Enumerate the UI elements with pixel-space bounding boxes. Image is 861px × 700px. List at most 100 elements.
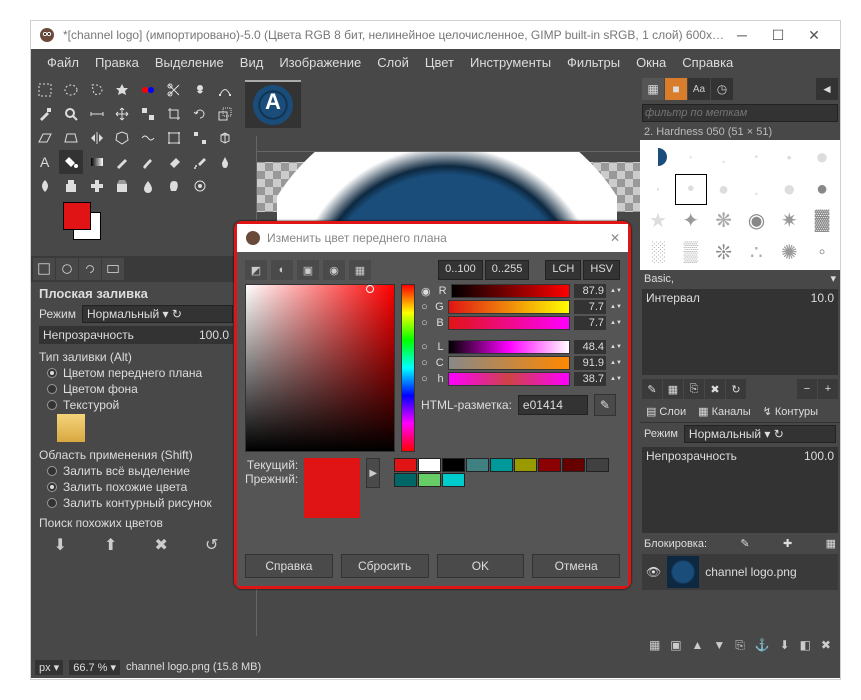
brush-preset[interactable]: ●: [806, 142, 838, 173]
history-tab-icon[interactable]: ◷: [711, 78, 733, 100]
reset-preset-icon[interactable]: ↺: [205, 535, 218, 555]
lch-button[interactable]: LCH: [545, 260, 581, 280]
tool-color-picker[interactable]: [33, 102, 57, 126]
dup-brush-icon[interactable]: ⎘: [684, 379, 704, 399]
tool-rotate[interactable]: [188, 102, 212, 126]
tool-airbrush[interactable]: [188, 150, 212, 174]
tool-fuzzy-select[interactable]: [110, 78, 134, 102]
channels-tab[interactable]: ▦ Каналы: [694, 403, 754, 420]
l-spinner[interactable]: ▲▼: [610, 344, 620, 350]
paths-tab[interactable]: ↯ Контуры: [759, 403, 822, 420]
tool-handle[interactable]: [188, 126, 212, 150]
r-slider[interactable]: [451, 284, 570, 298]
layer-mode-select[interactable]: Нормальный ▾ ↻: [684, 425, 836, 443]
help-button[interactable]: Справка: [245, 554, 333, 578]
tool-ellipse-select[interactable]: [59, 78, 83, 102]
wheel-selector-icon[interactable]: ◉: [323, 260, 345, 280]
palette-color[interactable]: [562, 458, 585, 472]
tool-color-select[interactable]: [136, 78, 160, 102]
delete-preset-icon[interactable]: ✖: [155, 535, 168, 555]
dup-layer-icon[interactable]: ⎘: [735, 638, 745, 653]
brush-preset[interactable]: ▒: [675, 237, 707, 268]
cancel-button[interactable]: Отмена: [532, 554, 620, 578]
tool-unified[interactable]: [162, 126, 186, 150]
h-slider[interactable]: [448, 372, 570, 386]
menu-view[interactable]: Вид: [232, 51, 272, 74]
tool-scale[interactable]: [213, 102, 237, 126]
b-value[interactable]: 7.7: [574, 316, 606, 330]
mode-select[interactable]: Нормальный ▾ ↻: [82, 305, 233, 323]
menu-file[interactable]: Файл: [39, 51, 87, 74]
eye-icon[interactable]: 👁: [646, 565, 661, 579]
ruler-horizontal[interactable]: [257, 136, 640, 152]
merge-layer-icon[interactable]: ⬇: [780, 638, 790, 652]
palette-color[interactable]: [442, 458, 465, 472]
c-value[interactable]: 91.9: [574, 356, 606, 370]
tool-gradient[interactable]: [85, 150, 109, 174]
r-value[interactable]: 87.9: [574, 284, 606, 298]
palette-color[interactable]: [490, 458, 513, 472]
l-slider[interactable]: [448, 340, 570, 354]
lock-pixels-icon[interactable]: ✎: [740, 537, 749, 550]
palette-color[interactable]: [394, 458, 417, 472]
layer-row[interactable]: 👁 channel logo.png: [642, 554, 838, 590]
brush-preset[interactable]: ●: [806, 174, 838, 205]
menu-color[interactable]: Цвет: [417, 51, 462, 74]
tool-eraser[interactable]: [162, 150, 186, 174]
gimp-selector-icon[interactable]: ◩: [245, 260, 267, 280]
tool-free-select[interactable]: [85, 78, 109, 102]
anchor-layer-icon[interactable]: ⚓: [755, 638, 770, 652]
tool-align[interactable]: [136, 102, 160, 126]
hsv-button[interactable]: HSV: [583, 260, 620, 280]
del-layer-icon[interactable]: ✖: [821, 638, 831, 652]
palette-color[interactable]: [394, 473, 417, 487]
brush-zoom-out-icon[interactable]: −: [797, 379, 817, 399]
lock-alpha-icon[interactable]: ▦: [826, 537, 836, 550]
fill-fg-radio[interactable]: Цветом переднего плана: [47, 366, 233, 380]
g-value[interactable]: 7.7: [574, 300, 606, 314]
tool-perspective-clone[interactable]: [110, 174, 134, 198]
tab-devices-icon[interactable]: [56, 258, 78, 280]
palette-selector-icon[interactable]: ▦: [349, 260, 371, 280]
minimize-button[interactable]: ─: [724, 21, 760, 49]
tool-clone[interactable]: [59, 174, 83, 198]
layer-up-icon[interactable]: ▲: [692, 638, 704, 652]
tool-flip[interactable]: [85, 126, 109, 150]
brush-preset[interactable]: .: [741, 174, 773, 205]
preset-select[interactable]: Basic,: [644, 273, 674, 285]
tool-paintbrush[interactable]: [136, 150, 160, 174]
range-100-button[interactable]: 0..100: [438, 260, 483, 280]
edit-brush-icon[interactable]: ✎: [642, 379, 662, 399]
h-value[interactable]: 38.7: [574, 372, 606, 386]
tool-measure[interactable]: [85, 102, 109, 126]
tool-paths[interactable]: [213, 78, 237, 102]
tool-dodge[interactable]: [188, 174, 212, 198]
brush-preset[interactable]: .: [708, 142, 740, 173]
brush-preset[interactable]: ░: [642, 237, 674, 268]
brush-preset[interactable]: ·: [675, 142, 707, 173]
palette-color[interactable]: [538, 458, 561, 472]
tool-rect-select[interactable]: [33, 78, 57, 102]
saturation-value-area[interactable]: [245, 284, 395, 452]
brush-preset[interactable]: [642, 142, 674, 173]
maximize-button[interactable]: ☐: [760, 21, 796, 49]
brush-preset[interactable]: ❊: [708, 237, 740, 268]
brush-preset[interactable]: ●: [773, 174, 805, 205]
tool-warp[interactable]: [136, 126, 160, 150]
hue-slider[interactable]: [401, 284, 415, 452]
dock-menu-icon[interactable]: ◄: [816, 78, 838, 100]
menu-edit[interactable]: Правка: [87, 51, 147, 74]
brush-preset[interactable]: ·: [642, 174, 674, 205]
tool-move[interactable]: [110, 102, 134, 126]
brush-preset[interactable]: ★: [642, 206, 674, 237]
foreground-color[interactable]: [63, 202, 91, 230]
image-tab-active[interactable]: [245, 80, 301, 128]
load-preset-icon[interactable]: ⬆: [104, 535, 117, 555]
tool-heal[interactable]: [85, 174, 109, 198]
b-radio[interactable]: ○: [421, 317, 428, 329]
reset-button[interactable]: Сбросить: [341, 554, 429, 578]
new-brush-icon[interactable]: ▦: [663, 379, 683, 399]
area-all-radio[interactable]: Залить всё выделение: [47, 464, 233, 478]
g-radio[interactable]: ○: [421, 301, 428, 313]
save-preset-icon[interactable]: ⬇: [54, 535, 67, 555]
